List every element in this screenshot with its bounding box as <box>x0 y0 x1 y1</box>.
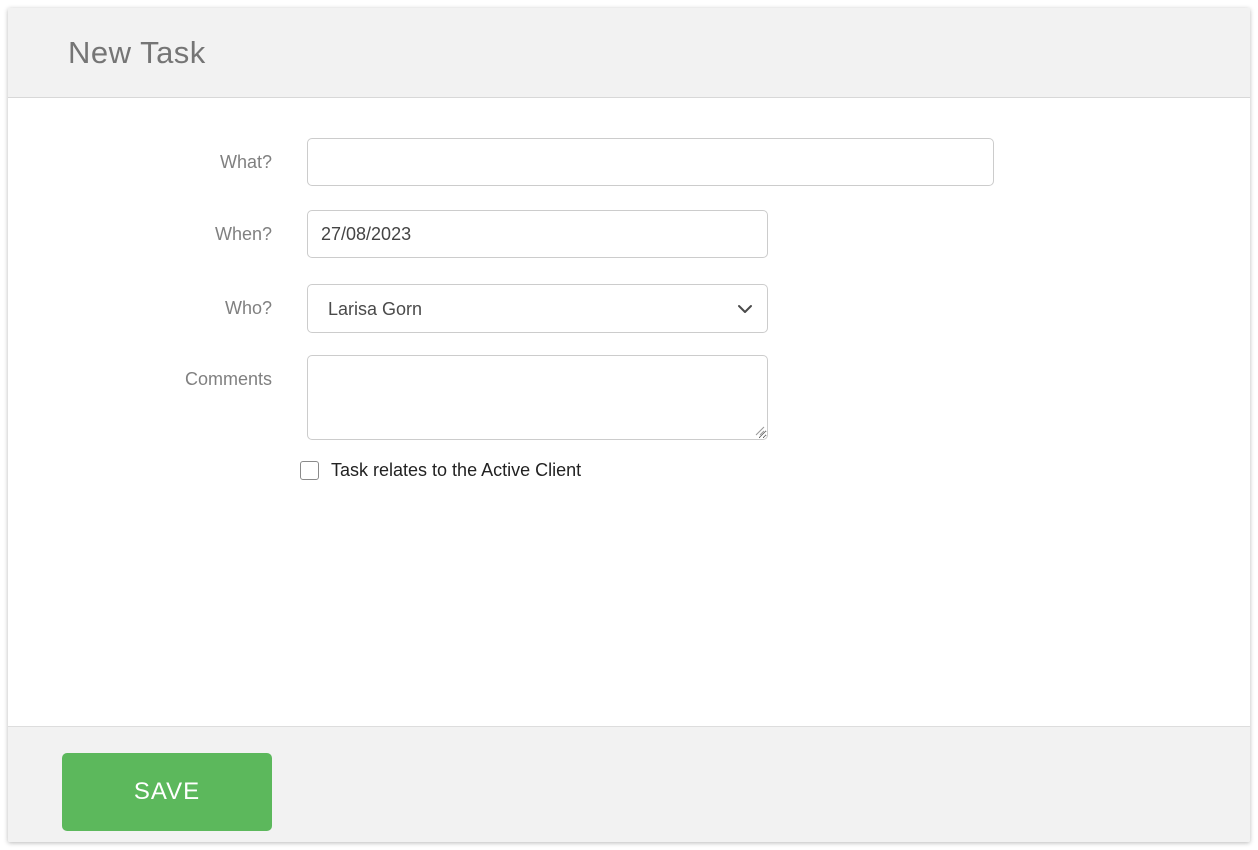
comments-textarea[interactable] <box>307 355 768 440</box>
page-title: New Task <box>68 34 206 70</box>
panel-header: New Task <box>8 8 1250 98</box>
what-input[interactable] <box>307 138 994 186</box>
who-select[interactable]: Larisa Gorn <box>307 284 768 333</box>
active-client-checkbox-wrap[interactable]: Task relates to the Active Client <box>300 460 1250 481</box>
active-client-checkbox[interactable] <box>300 461 319 480</box>
active-client-row: Task relates to the Active Client <box>8 460 1250 481</box>
when-date-input[interactable] <box>307 210 768 258</box>
who-label: Who? <box>224 298 272 318</box>
what-row: What? <box>8 138 1250 186</box>
when-row: When? <box>8 210 1250 258</box>
what-label: What? <box>219 151 272 172</box>
active-client-checkbox-label: Task relates to the Active Client <box>331 460 582 480</box>
when-label: When? <box>214 223 272 244</box>
save-button[interactable]: SAVE <box>62 753 272 831</box>
panel-footer: SAVE <box>8 726 1250 842</box>
who-row: Who? Larisa Gorn <box>8 284 1250 333</box>
new-task-panel: New Task What? When? Who? Larisa Gorn <box>8 8 1250 842</box>
task-form: What? When? Who? Larisa Gorn Com <box>8 98 1250 726</box>
comments-row: Comments <box>8 355 1250 440</box>
comments-label: Comments <box>184 369 272 389</box>
